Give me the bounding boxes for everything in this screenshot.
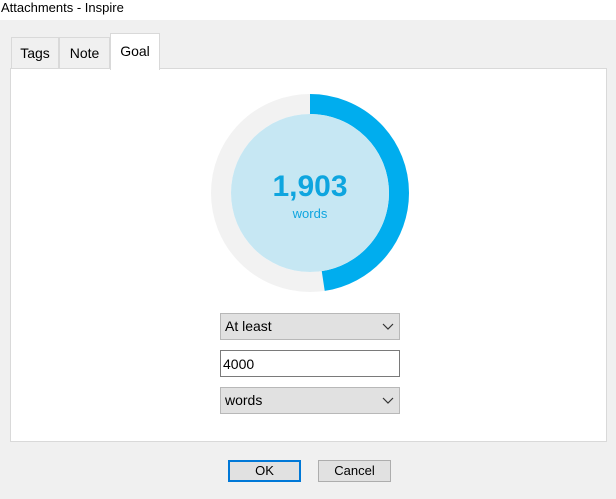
word-count-value: 1,903 xyxy=(272,170,348,203)
tab-goal[interactable]: Goal xyxy=(110,33,160,70)
tab-note[interactable]: Note xyxy=(59,37,110,69)
tab-tags[interactable]: Tags xyxy=(11,37,59,69)
goal-unit-value: words xyxy=(225,392,263,408)
word-count-unit: words xyxy=(292,206,328,221)
chevron-down-icon xyxy=(382,314,394,339)
progress-ring: 1,903 words xyxy=(211,94,409,292)
goal-mode-select[interactable]: At least xyxy=(220,313,400,340)
cancel-button[interactable]: Cancel xyxy=(318,460,391,482)
window-title: Attachments - Inspire xyxy=(1,0,124,15)
goal-target-input[interactable] xyxy=(220,350,400,377)
ok-button[interactable]: OK xyxy=(228,460,301,482)
title-bar: Attachments - Inspire xyxy=(0,0,616,20)
chevron-down-icon xyxy=(382,388,394,413)
goal-mode-value: At least xyxy=(225,318,272,334)
goal-unit-select[interactable]: words xyxy=(220,387,400,414)
goal-panel: 1,903 words At least words xyxy=(10,68,607,442)
